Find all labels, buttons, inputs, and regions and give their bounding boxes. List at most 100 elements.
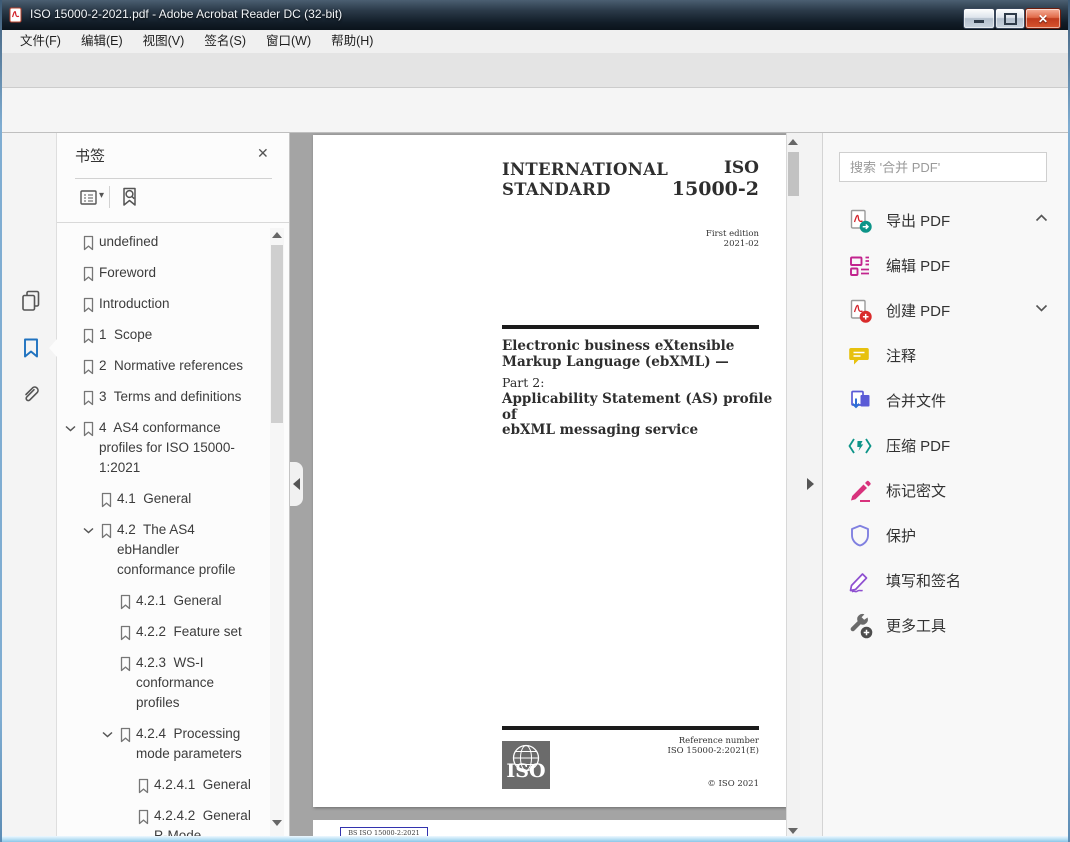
bookmark-item[interactable]: 2 Normative references	[57, 356, 270, 376]
tool-fill-sign[interactable]: 填写和签名	[823, 558, 1070, 603]
window-left-border	[0, 0, 2, 842]
bookmark-icon	[82, 418, 99, 437]
scroll-down-icon[interactable]	[788, 828, 798, 834]
bookmark-icon	[82, 325, 99, 344]
menu-file[interactable]: 文件(F)	[10, 30, 71, 53]
tool-export-pdf[interactable]: 导出 PDF	[823, 198, 1070, 243]
bookmarks-panel-icon[interactable]	[19, 336, 43, 360]
bookmark-item[interactable]: Introduction	[57, 294, 270, 314]
tool-protect[interactable]: 保护	[823, 513, 1070, 558]
divider	[57, 222, 289, 223]
bookmark-item[interactable]: Foreword	[57, 263, 270, 283]
title-rule	[502, 325, 759, 329]
collapse-right-icon[interactable]	[807, 478, 814, 490]
tools-list: 导出 PDF 编辑 PDF 创建 PDF 注释 合并文件 压缩 PDF 标记密文…	[823, 198, 1070, 648]
protect-icon	[847, 523, 873, 549]
chevron-up-icon[interactable]	[1035, 214, 1048, 222]
reference-number: ISO 15000-2:2021(E)	[667, 745, 759, 756]
menu-view[interactable]: 视图(V)	[133, 30, 195, 53]
chevron-down-icon[interactable]	[1035, 304, 1048, 312]
menu-edit[interactable]: 编辑(E)	[71, 30, 133, 53]
bookmarks-panel: 书签 ✕ ▾ undefined Foreword Introduction 1…	[57, 133, 290, 842]
page-thumbnails-icon[interactable]	[19, 288, 43, 312]
export-pdf-icon	[847, 208, 873, 234]
bookmarks-close-icon[interactable]: ✕	[257, 145, 269, 162]
scroll-up-icon[interactable]	[272, 232, 282, 238]
svg-text:ISO: ISO	[506, 760, 545, 782]
attachments-icon[interactable]	[19, 382, 43, 406]
scroll-down-icon[interactable]	[272, 820, 282, 826]
tool-more-tools[interactable]: 更多工具	[823, 603, 1070, 648]
bookmark-item[interactable]: undefined	[57, 232, 270, 252]
tool-edit-pdf[interactable]: 编辑 PDF	[823, 243, 1070, 288]
bookmark-item[interactable]: 4 AS4 conformance profiles for ISO 15000…	[57, 418, 270, 478]
scrollbar-thumb[interactable]	[788, 152, 799, 196]
expand-current-bookmark-icon[interactable]	[119, 186, 141, 208]
restore-button[interactable]	[995, 8, 1025, 29]
bookmark-item[interactable]: 4.2.4.1 General	[57, 775, 270, 795]
bookmark-icon	[82, 294, 99, 313]
bookmark-item[interactable]: 4.2.2 Feature set	[57, 622, 270, 642]
right-panel-edge	[800, 133, 822, 842]
window-title: ISO 15000-2-2021.pdf - Adobe Acrobat Rea…	[30, 7, 343, 21]
tool-comment[interactable]: 注释	[823, 333, 1070, 378]
tool-label: 填写和签名	[886, 573, 962, 590]
doc-title-line2: Markup Language (ebXML) —	[502, 353, 729, 370]
bookmark-item[interactable]: 1 Scope	[57, 325, 270, 345]
menu-sign[interactable]: 签名(S)	[194, 30, 256, 53]
bookmark-item[interactable]: 4.2.3 WS-I conformance profiles	[57, 653, 270, 713]
create-pdf-icon	[847, 298, 873, 324]
iso-logo: ISO	[502, 741, 550, 789]
bookmark-icon	[100, 489, 117, 508]
document-scrollbar[interactable]	[786, 133, 800, 842]
restore-icon	[1003, 12, 1017, 25]
toolbar: / 67 52.3% ▾ ▾	[0, 88, 1070, 212]
bookmark-icon	[82, 263, 99, 282]
tool-redact[interactable]: 标记密文	[823, 468, 1070, 513]
chevron-down-icon[interactable]	[83, 520, 100, 534]
tool-label: 创建 PDF	[886, 303, 951, 320]
minimize-button[interactable]	[963, 8, 995, 29]
menu-help[interactable]: 帮助(H)	[321, 30, 383, 53]
title-bar: ISO 15000-2-2021.pdf - Adobe Acrobat Rea…	[0, 0, 1070, 30]
chevron-down-icon[interactable]	[102, 724, 119, 738]
bookmarks-scrollbar[interactable]	[270, 228, 284, 836]
document-view[interactable]: INTERNATIONAL STANDARD ISO 15000-2 First…	[290, 133, 800, 842]
tool-label: 压缩 PDF	[886, 438, 951, 455]
bookmark-item[interactable]: 3 Terms and definitions	[57, 387, 270, 407]
menu-bar: 文件(F) 编辑(E) 视图(V) 签名(S) 窗口(W) 帮助(H)	[0, 30, 1070, 53]
menu-window[interactable]: 窗口(W)	[256, 30, 321, 53]
minimize-icon	[974, 20, 984, 23]
collapse-left-icon	[293, 478, 300, 490]
doc-title-line1: Electronic business eXtensible	[502, 338, 735, 354]
divider	[109, 186, 110, 208]
bookmark-options-caret-icon[interactable]: ▾	[99, 190, 104, 201]
collapse-left-panel-handle[interactable]	[290, 462, 303, 506]
bookmark-item[interactable]: 4.2.1 General	[57, 591, 270, 611]
bookmark-icon	[119, 724, 136, 743]
more-tools-icon	[847, 613, 873, 639]
close-button[interactable]: ✕	[1025, 8, 1061, 29]
acrobat-window: ISO 15000-2-2021.pdf - Adobe Acrobat Rea…	[0, 0, 1070, 842]
bookmark-options-icon[interactable]	[79, 188, 98, 207]
active-panel-notch	[49, 339, 57, 357]
bookmark-item[interactable]: 4.2.4.2 General P-Mode	[57, 806, 270, 836]
bookmark-icon	[119, 591, 136, 610]
pdf-page-1[interactable]: INTERNATIONAL STANDARD ISO 15000-2 First…	[313, 135, 786, 807]
tool-combine-files[interactable]: 合并文件	[823, 378, 1070, 423]
copyright-notice: © ISO 2021	[707, 779, 759, 789]
scroll-up-icon[interactable]	[788, 139, 798, 145]
edition-date: 2021-02	[723, 238, 759, 249]
tool-label: 更多工具	[886, 618, 947, 635]
chevron-down-icon[interactable]	[65, 418, 82, 432]
tool-compress-pdf[interactable]: 压缩 PDF	[823, 423, 1070, 468]
bookmark-icon	[119, 653, 136, 672]
bookmark-list: undefined Foreword Introduction 1 Scope …	[57, 232, 270, 836]
bookmark-item[interactable]: 4.2 The AS4 ebHandler conformance profil…	[57, 520, 270, 580]
bookmark-item[interactable]: 4.1 General	[57, 489, 270, 509]
tools-search-input[interactable]	[839, 152, 1047, 182]
scrollbar-thumb[interactable]	[271, 245, 283, 423]
tool-create-pdf[interactable]: 创建 PDF	[823, 288, 1070, 333]
bookmark-item[interactable]: 4.2.4 Processing mode parameters	[57, 724, 270, 764]
int-standard-line1: INTERNATIONAL	[502, 160, 669, 179]
